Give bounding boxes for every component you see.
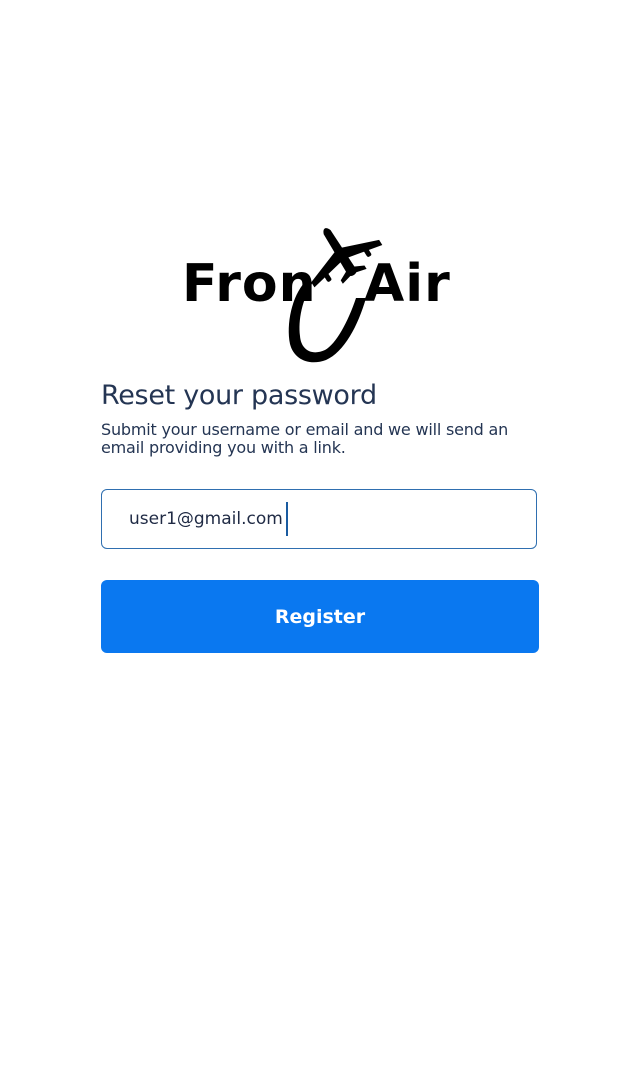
- email-field-container[interactable]: [101, 489, 537, 549]
- email-field[interactable]: [129, 509, 509, 529]
- register-button[interactable]: Register: [101, 580, 539, 653]
- page-title: Reset your password: [101, 380, 377, 411]
- text-caret: [286, 502, 288, 536]
- airplane-logo-icon: [288, 228, 383, 363]
- page-subtitle: Submit your username or email and we wil…: [101, 420, 509, 457]
